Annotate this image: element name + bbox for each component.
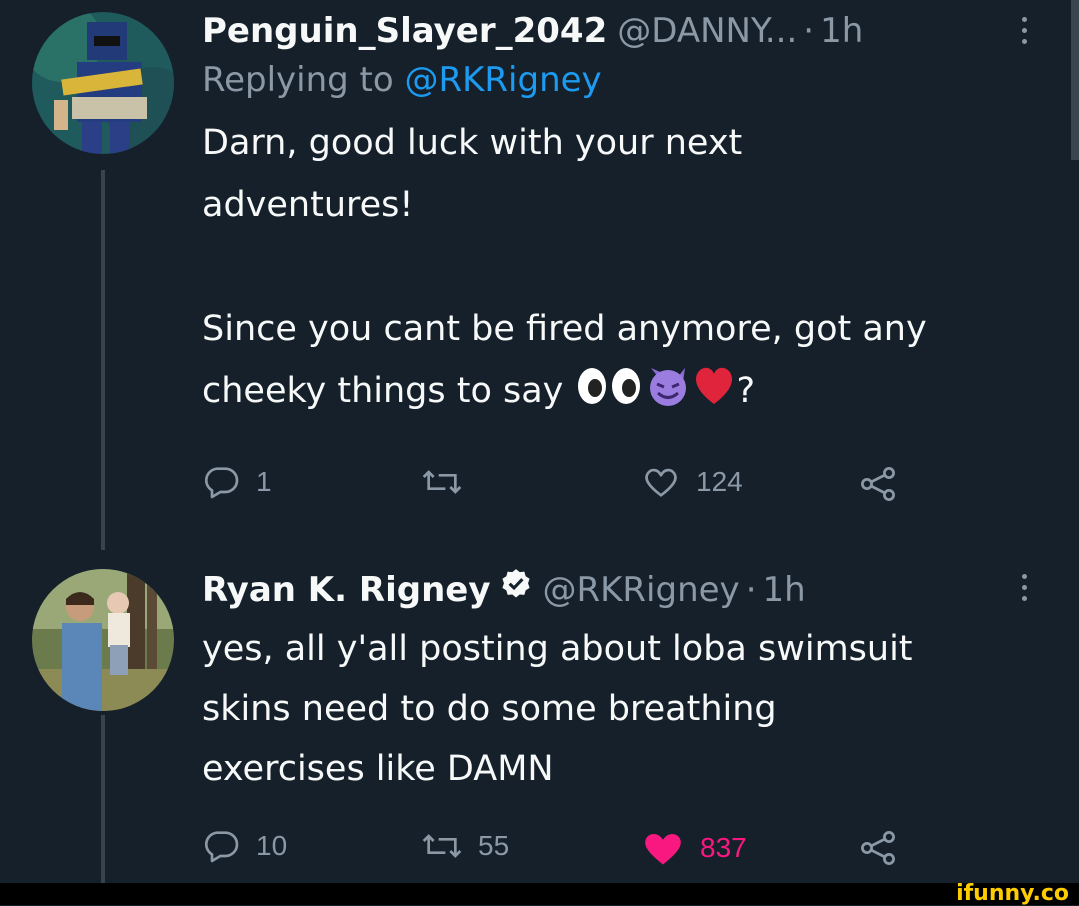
- heart-filled-icon: [645, 833, 681, 865]
- more-options-icon[interactable]: [1009, 10, 1039, 50]
- separator-dot: ·: [803, 11, 815, 51]
- avatar-ryan-rigney[interactable]: [32, 569, 174, 711]
- tweet-actions-2: 10 55 837: [202, 826, 902, 876]
- tweet-header: Penguin_Slayer_2042 @DANNY... · 1h: [202, 10, 1039, 52]
- reply-icon: [205, 467, 239, 499]
- tweet-body-text: Since you cant be fired anymore, got any…: [202, 309, 927, 411]
- reply-icon: [205, 831, 239, 863]
- eyes-emoji-icon: [577, 368, 640, 404]
- red-heart-emoji-icon: [695, 367, 732, 404]
- tweet-body-end: ?: [736, 371, 756, 411]
- ifunny-watermark: ifunny.co: [956, 881, 1069, 906]
- separator-dot: ·: [745, 570, 757, 610]
- tweet-penguin-slayer[interactable]: Penguin_Slayer_2042 @DANNY... · 1h Reply…: [202, 10, 1039, 422]
- handle[interactable]: @RKRigney: [543, 569, 740, 611]
- like-count: 837: [700, 832, 747, 863]
- avatar-penguin-slayer[interactable]: [32, 12, 174, 154]
- tweet-body-paragraph-1: Darn, good luck with your next adventure…: [202, 123, 743, 225]
- retweet-button[interactable]: 55: [420, 826, 509, 866]
- display-name[interactable]: Ryan K. Rigney: [202, 569, 491, 611]
- heart-outline-icon: [645, 468, 677, 497]
- watermark-bar: ifunny.co: [0, 883, 1079, 905]
- replying-to: Replying to @RKRigney: [202, 58, 1039, 102]
- reply-button[interactable]: 1: [202, 462, 272, 502]
- thread-line-bottom: [101, 715, 105, 885]
- share-button[interactable]: [856, 826, 900, 870]
- like-button[interactable]: 124: [640, 462, 743, 502]
- share-button[interactable]: [856, 462, 900, 506]
- avatar-ryan-rigney-image: [32, 569, 174, 711]
- tweet-header: Ryan K. Rigney @RKRigney · 1h: [202, 567, 1039, 611]
- like-button[interactable]: 837: [640, 826, 747, 870]
- retweet-icon: [422, 470, 462, 494]
- tweet-ryan-rigney[interactable]: Ryan K. Rigney @RKRigney · 1h yes, all y…: [202, 567, 1039, 799]
- tweet-body-paragraph-2: Since you cant be fired anymore, got any…: [202, 298, 1039, 422]
- like-count: 124: [696, 466, 743, 497]
- retweet-button[interactable]: [420, 462, 478, 502]
- retweet-icon: [422, 834, 462, 858]
- replying-to-label: Replying to: [202, 60, 405, 100]
- more-options-icon[interactable]: [1009, 567, 1039, 607]
- timestamp[interactable]: 1h: [763, 569, 806, 611]
- timestamp[interactable]: 1h: [820, 10, 863, 52]
- reply-count: 10: [256, 830, 288, 861]
- thread-line-top: [101, 170, 105, 550]
- tweet-actions-1: 1 124: [202, 462, 902, 512]
- scrollbar[interactable]: [1071, 0, 1079, 160]
- reply-mention-link[interactable]: @RKRigney: [405, 60, 602, 100]
- reply-count: 1: [256, 466, 272, 497]
- reply-button[interactable]: 10: [202, 826, 287, 866]
- retweet-count: 55: [478, 830, 510, 861]
- display-name[interactable]: Penguin_Slayer_2042: [202, 10, 607, 52]
- handle[interactable]: @DANNY...: [617, 10, 797, 52]
- tweet-body: yes, all y'all posting about loba swimsu…: [202, 629, 913, 789]
- share-icon: [861, 831, 895, 865]
- verified-badge-icon: [501, 569, 530, 598]
- share-icon: [861, 467, 895, 501]
- smiling-imp-emoji-icon: [649, 368, 686, 406]
- avatar-penguin-slayer-image: [32, 12, 174, 154]
